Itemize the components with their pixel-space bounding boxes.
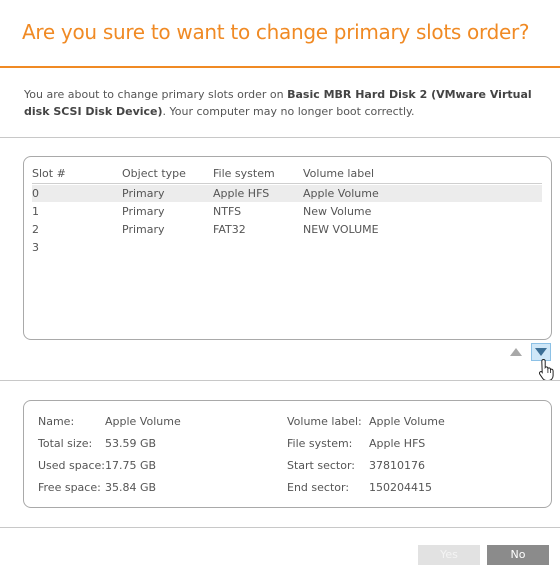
start-sector-value: 37810176 — [369, 459, 425, 472]
cell-file-system: NTFS — [213, 205, 242, 218]
cell-slot: 0 — [32, 187, 39, 200]
cell-object-type: Primary — [122, 187, 165, 200]
cell-slot: 1 — [32, 205, 39, 218]
total-size-value: 53.59 GB — [105, 437, 157, 450]
dialog-title: Are you sure to want to change primary s… — [22, 20, 530, 44]
cell-object-type: Primary — [122, 223, 165, 236]
column-header-file-system[interactable]: File system — [213, 165, 275, 182]
cell-object-type: Primary — [122, 205, 165, 218]
table-row[interactable]: 1 Primary NTFS New Volume — [32, 203, 542, 220]
start-sector-label: Start sector: — [287, 459, 355, 472]
slots-table: Slot # Object type File system Volume la… — [23, 156, 552, 340]
partition-details: Name: Apple Volume Total size: 53.59 GB … — [23, 400, 552, 508]
title-divider — [0, 66, 560, 68]
yes-button[interactable]: Yes — [418, 545, 480, 565]
file-system-label: File system: — [287, 437, 353, 450]
column-header-slot[interactable]: Slot # — [32, 165, 66, 182]
end-sector-value: 150204415 — [369, 481, 432, 494]
table-row[interactable]: 2 Primary FAT32 NEW VOLUME — [32, 221, 542, 238]
column-header-volume-label[interactable]: Volume label — [303, 165, 374, 182]
table-header: Slot # Object type File system Volume la… — [32, 165, 542, 184]
divider — [0, 137, 560, 138]
end-sector-label: End sector: — [287, 481, 350, 494]
volume-label-label: Volume label: — [287, 415, 362, 428]
message-prefix: You are about to change primary slots or… — [24, 88, 288, 101]
table-row[interactable]: 0 Primary Apple HFS Apple Volume — [32, 185, 542, 202]
free-space-label: Free space: — [38, 481, 101, 494]
file-system-value: Apple HFS — [369, 437, 426, 450]
cell-slot: 3 — [32, 241, 39, 254]
divider — [0, 527, 560, 528]
cell-volume-label: New Volume — [303, 205, 372, 218]
used-space-label: Used space: — [38, 459, 106, 472]
arrow-up-icon[interactable] — [509, 346, 523, 358]
volume-label-value: Apple Volume — [369, 415, 445, 428]
dialog-message: You are about to change primary slots or… — [24, 86, 540, 120]
used-space-value: 17.75 GB — [105, 459, 157, 472]
total-size-label: Total size: — [38, 437, 93, 450]
name-label: Name: — [38, 415, 75, 428]
cell-slot: 2 — [32, 223, 39, 236]
cell-volume-label: NEW VOLUME — [303, 223, 379, 236]
message-suffix: . Your computer may no longer boot corre… — [162, 105, 415, 118]
cell-file-system: Apple HFS — [213, 187, 270, 200]
cell-file-system: FAT32 — [213, 223, 246, 236]
column-header-object-type[interactable]: Object type — [122, 165, 186, 182]
free-space-value: 35.84 GB — [105, 481, 157, 494]
divider — [0, 380, 560, 381]
name-value: Apple Volume — [105, 415, 181, 428]
table-row[interactable]: 3 — [32, 239, 542, 256]
cell-volume-label: Apple Volume — [303, 187, 379, 200]
hand-pointer-icon — [538, 358, 554, 381]
no-button[interactable]: No — [487, 545, 549, 565]
